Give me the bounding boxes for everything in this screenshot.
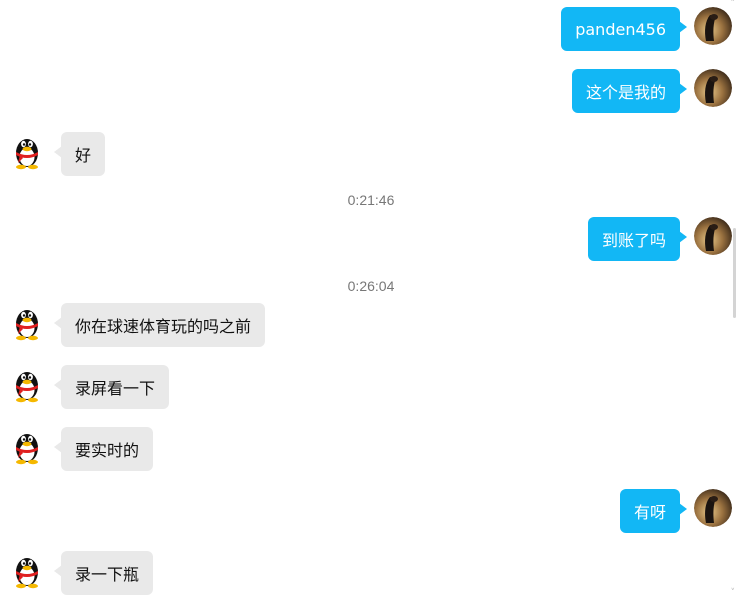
incoming-message-bubble[interactable]: 录屏看一下 — [54, 365, 170, 409]
qq-penguin-icon[interactable] — [8, 132, 46, 170]
timestamp: 0:21:46 — [347, 192, 395, 208]
bubble-tail — [54, 146, 62, 158]
scrollbar[interactable]: ˄ ˅ — [728, 0, 736, 599]
user-avatar-icon[interactable] — [694, 7, 732, 45]
message-text: 好 — [75, 146, 92, 165]
bubble-tail — [679, 231, 687, 243]
user-avatar-icon[interactable] — [694, 217, 732, 255]
user-avatar-icon[interactable] — [694, 69, 732, 107]
incoming-message-bubble[interactable]: 好 — [54, 132, 106, 176]
message-text: panden456 — [575, 19, 666, 39]
qq-penguin-icon[interactable] — [8, 551, 46, 589]
message-text: 录屏看一下 — [75, 379, 156, 398]
incoming-message-bubble[interactable]: 录一下瓶 — [54, 551, 154, 595]
message-text: 有呀 — [633, 503, 666, 522]
outgoing-message-bubble[interactable]: 到账了吗 — [587, 217, 687, 261]
timestamp: 0:26:04 — [347, 278, 395, 294]
bubble-tail — [54, 565, 62, 577]
qq-penguin-icon[interactable] — [8, 365, 46, 403]
bubble-tail — [679, 21, 687, 33]
qq-penguin-icon[interactable] — [8, 303, 46, 341]
scroll-up-arrow-icon[interactable]: ˄ — [731, 0, 736, 9]
message-text: 到账了吗 — [601, 231, 666, 250]
bubble-tail — [54, 317, 62, 329]
message-text: 录一下瓶 — [75, 565, 140, 584]
incoming-message-bubble[interactable]: 要实时的 — [54, 427, 154, 471]
message-text: 你在球速体育玩的吗之前 — [75, 317, 252, 336]
qq-penguin-icon[interactable] — [8, 427, 46, 465]
bubble-tail — [54, 379, 62, 391]
user-avatar-icon[interactable] — [694, 489, 732, 527]
bubble-tail — [54, 441, 62, 453]
incoming-message-bubble[interactable]: 你在球速体育玩的吗之前 — [54, 303, 266, 347]
outgoing-message-bubble[interactable]: panden456 — [561, 7, 687, 51]
outgoing-message-bubble[interactable]: 这个是我的 — [571, 69, 687, 113]
outgoing-message-bubble[interactable]: 有呀 — [619, 489, 687, 533]
bubble-tail — [679, 503, 687, 515]
message-text: 这个是我的 — [585, 83, 666, 102]
bubble-tail — [679, 83, 687, 95]
scroll-down-arrow-icon[interactable]: ˅ — [731, 589, 736, 598]
message-text: 要实时的 — [75, 441, 140, 460]
